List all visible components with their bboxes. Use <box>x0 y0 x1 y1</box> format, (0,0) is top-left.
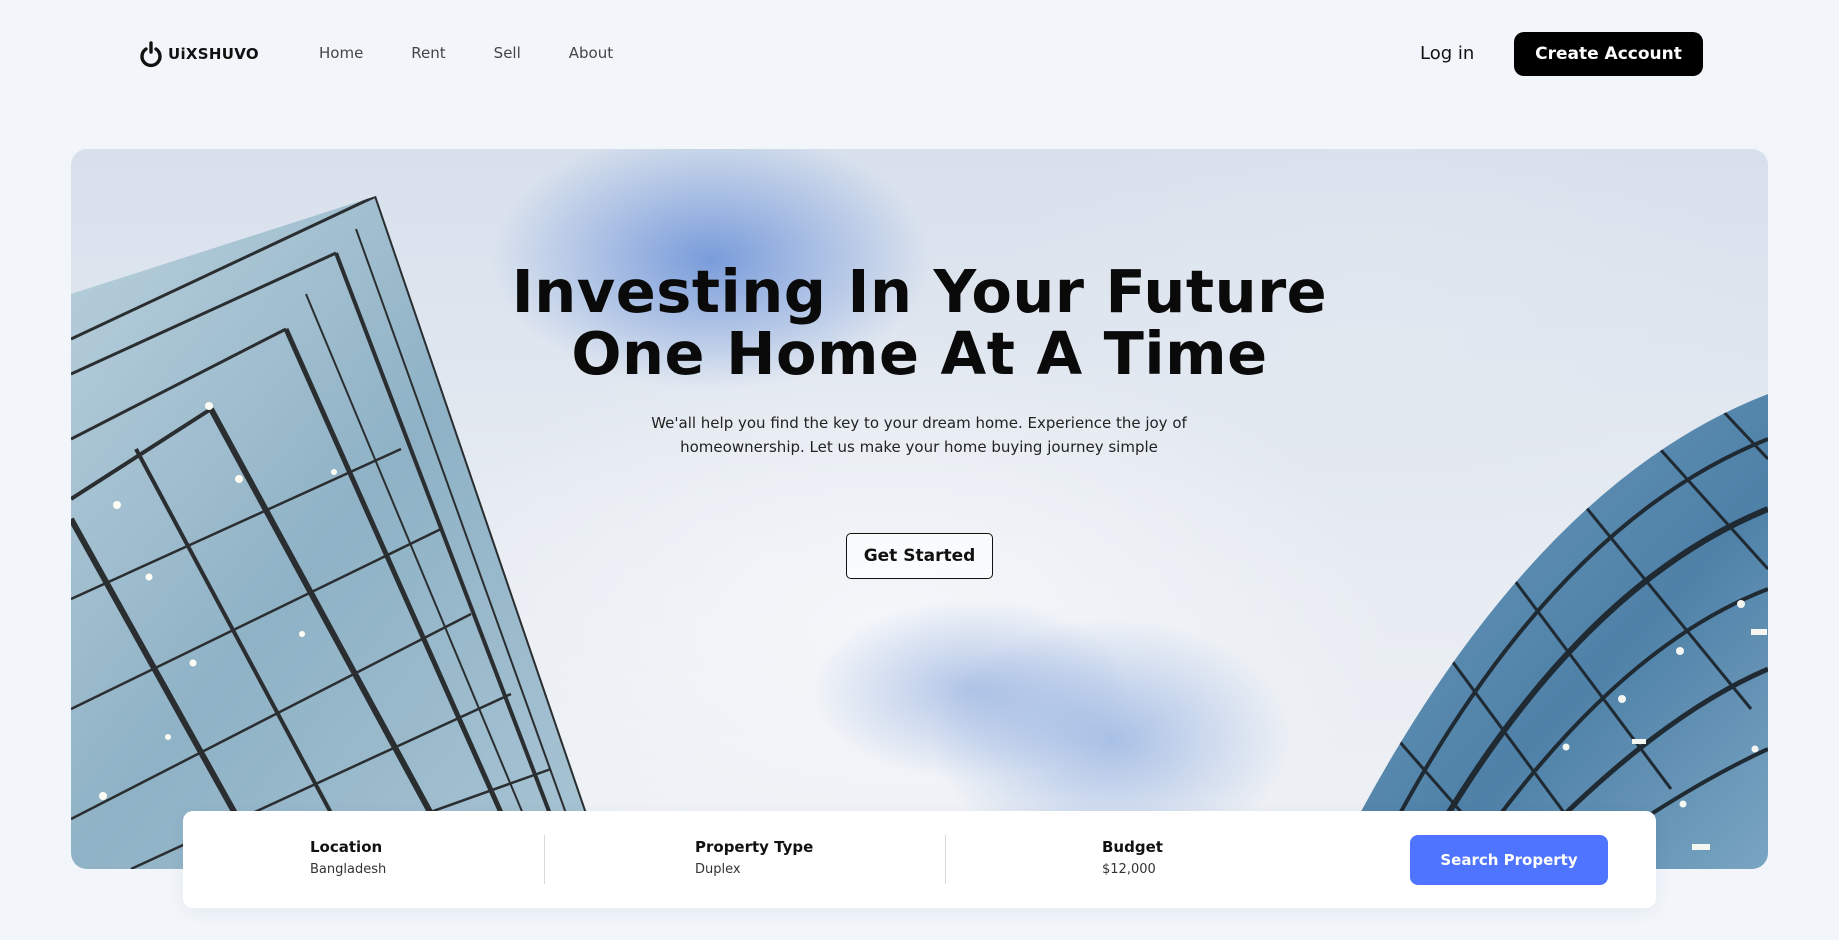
property-type-label: Property Type <box>695 838 814 856</box>
property-type-field[interactable]: Property Type Duplex <box>695 838 813 877</box>
get-started-button[interactable]: Get Started <box>846 533 993 579</box>
location-label: Location <box>310 838 383 856</box>
location-value: Bangladesh <box>310 862 387 877</box>
nav-link-sell[interactable]: Sell <box>494 44 521 62</box>
property-type-value: Duplex <box>695 862 741 877</box>
hero-title-line-1: Investing In Your Future <box>511 257 1328 326</box>
nav-link-home[interactable]: Home <box>319 44 363 62</box>
hero-subtitle: We'all help you find the key to your dre… <box>651 414 1187 456</box>
field-divider <box>544 835 545 884</box>
field-divider <box>945 835 946 884</box>
hero-title-line-2: One Home At A Time <box>571 319 1268 388</box>
hero-section: Investing In Your Future One Home At A T… <box>71 149 1768 869</box>
budget-label: Budget <box>1102 838 1163 856</box>
nav-link-rent[interactable]: Rent <box>411 44 445 62</box>
property-search-bar: Location Bangladesh Property Type Duplex… <box>183 811 1656 908</box>
main-nav: Home Rent Sell About <box>319 44 613 62</box>
budget-value: $12,000 <box>1102 862 1156 877</box>
location-field[interactable]: Location Bangladesh <box>310 838 386 877</box>
hero-title: Investing In Your Future One Home At A T… <box>71 261 1768 385</box>
nav-link-about[interactable]: About <box>569 44 613 62</box>
brand-name: UiXSHUVO <box>168 45 259 63</box>
budget-field[interactable]: Budget $12,000 <box>1102 838 1163 877</box>
brand-logo[interactable]: UiXSHUVO <box>139 40 259 68</box>
login-link[interactable]: Log in <box>1420 43 1474 64</box>
search-property-button[interactable]: Search Property <box>1410 835 1608 885</box>
navbar: UiXSHUVO Home Rent Sell About Log in Cre… <box>0 0 1839 108</box>
create-account-button[interactable]: Create Account <box>1514 32 1703 76</box>
logo-power-icon <box>140 41 162 68</box>
